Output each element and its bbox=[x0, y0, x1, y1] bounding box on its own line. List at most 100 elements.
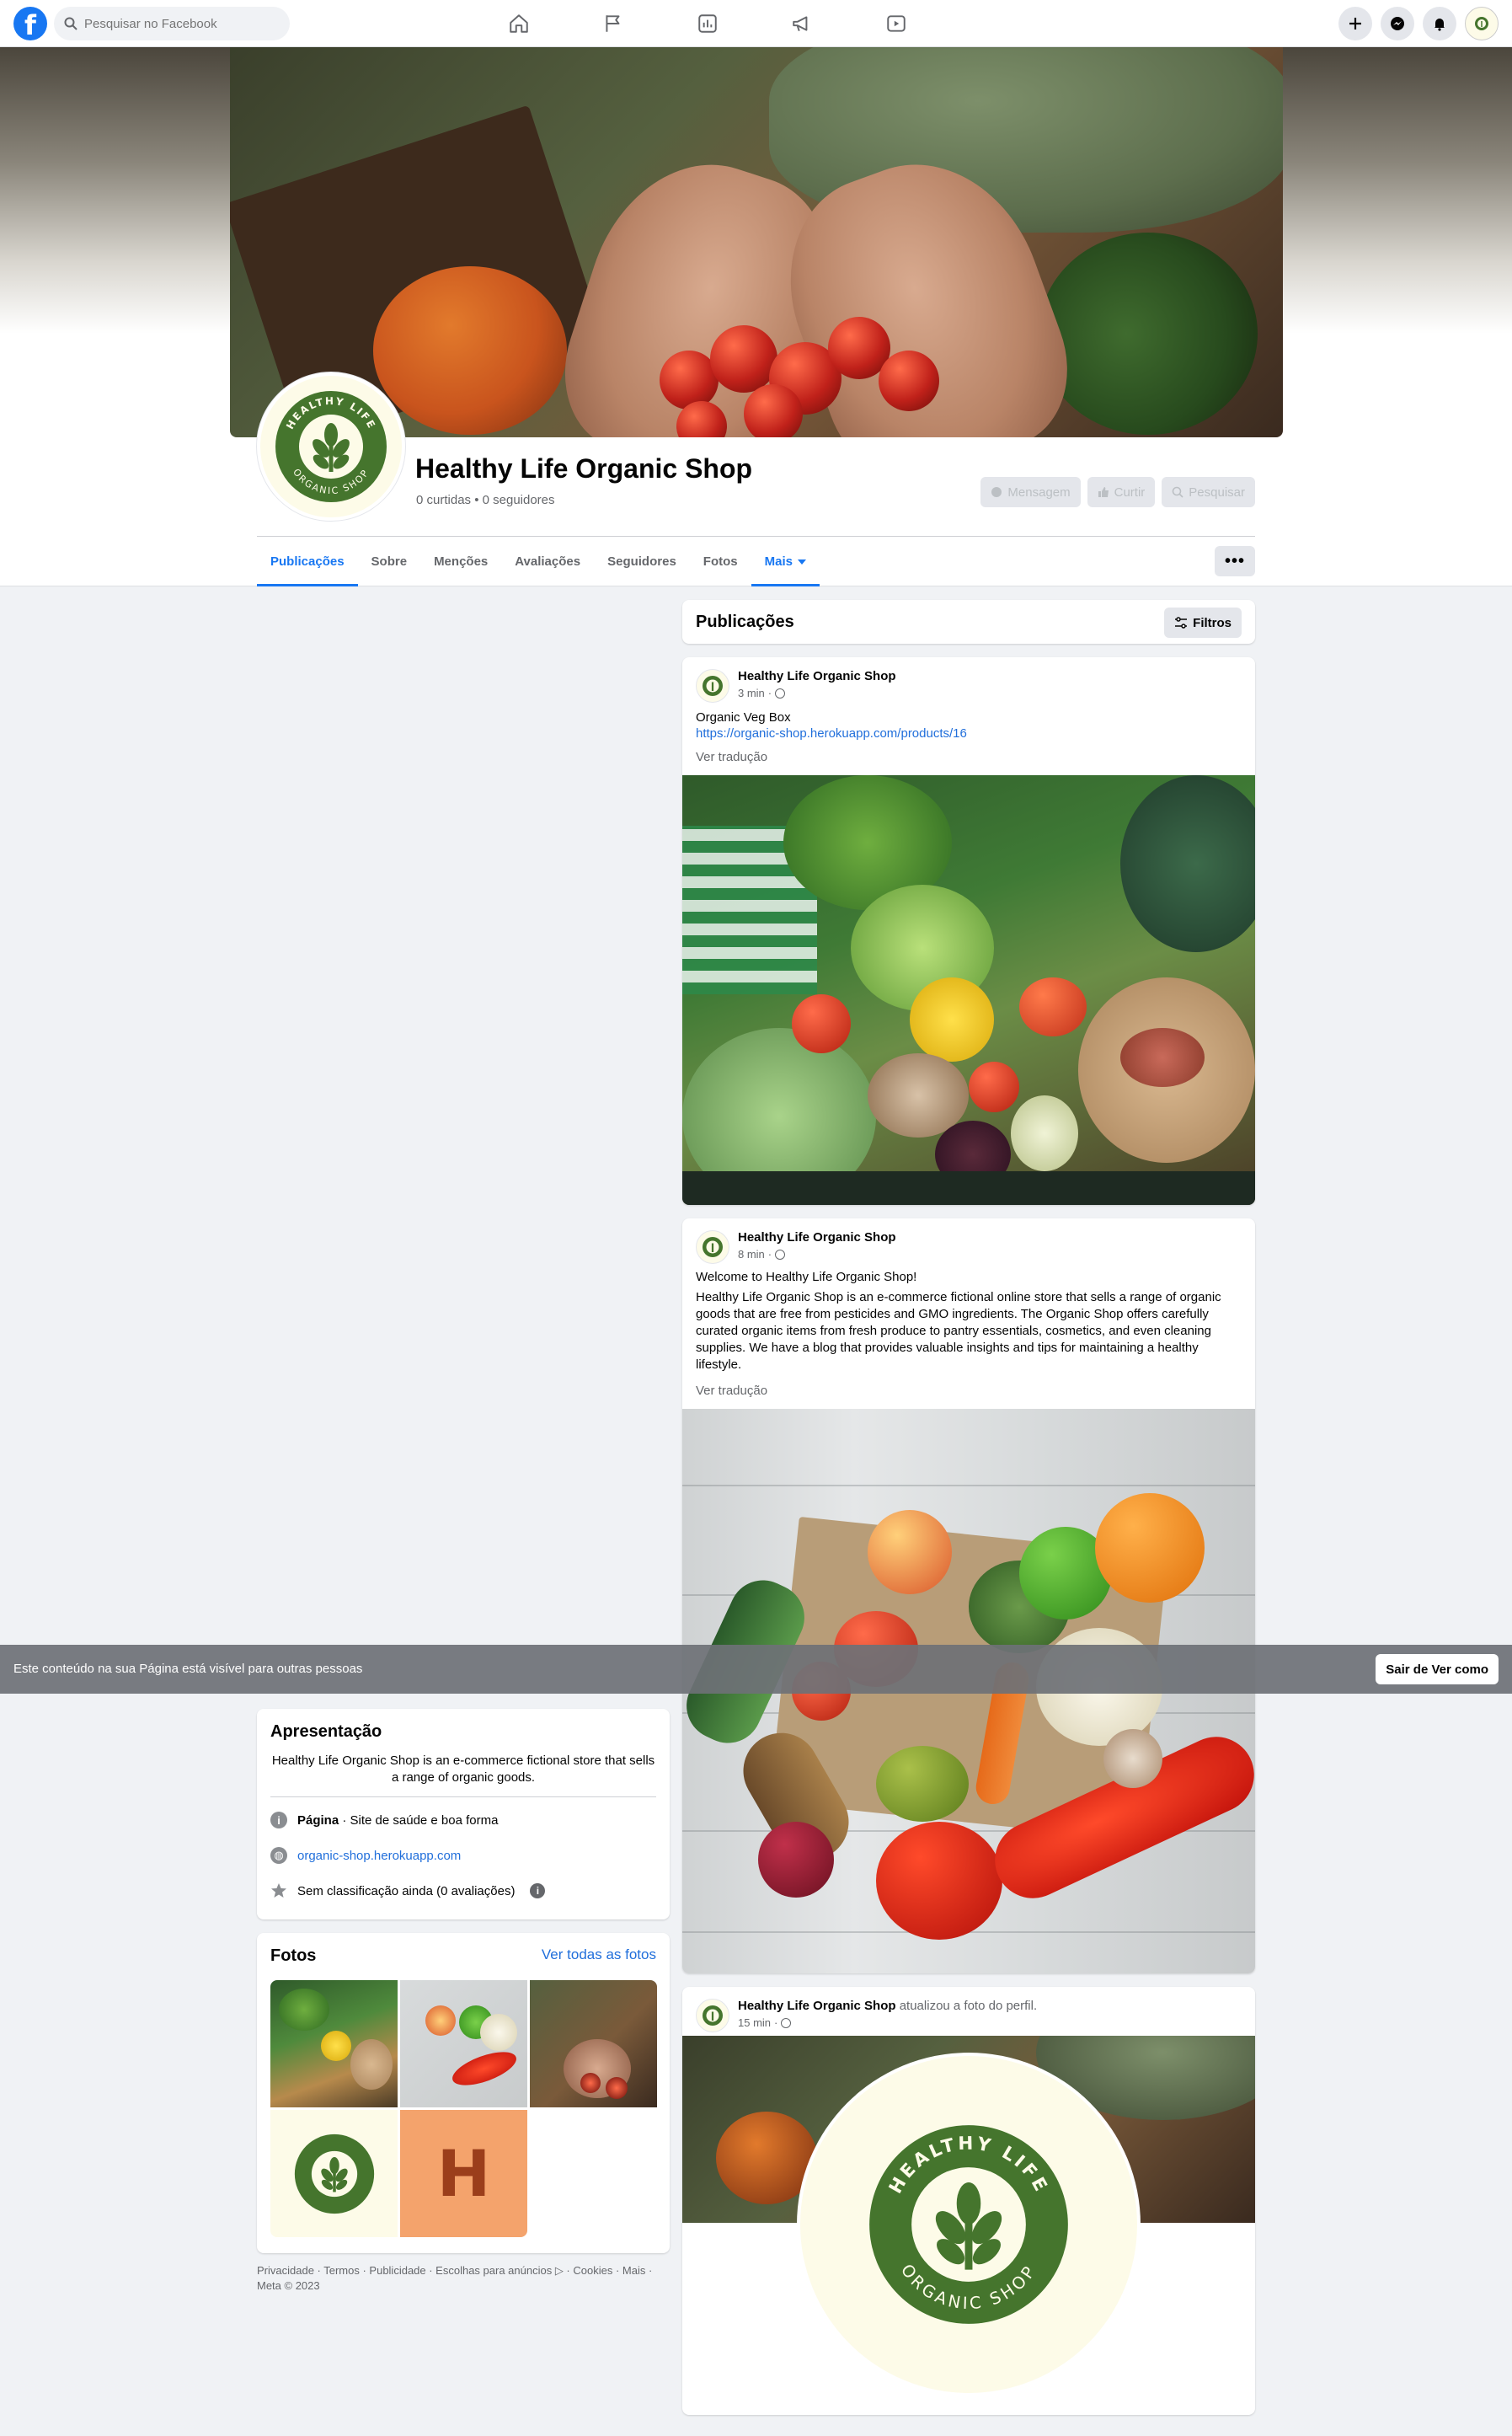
insights-nav[interactable] bbox=[660, 0, 755, 47]
home-nav[interactable] bbox=[472, 0, 566, 47]
photos-card: Fotos Ver todas as fotos H bbox=[257, 1933, 670, 2253]
flag-icon bbox=[606, 15, 620, 32]
footer-copyright: Meta © 2023 bbox=[257, 2279, 320, 2292]
tab-publicacoes[interactable]: Publicações bbox=[257, 539, 358, 586]
info-circle-icon[interactable]: i bbox=[530, 1883, 546, 1898]
intro-title: Apresentação bbox=[270, 1722, 382, 1741]
tab-mencoes[interactable]: Menções bbox=[420, 539, 501, 586]
website-link[interactable]: organic-shop.herokuapp.com bbox=[297, 1849, 461, 1863]
post-avatar[interactable] bbox=[696, 1230, 729, 1264]
rating-text: Sem classificação ainda (0 avaliações) bbox=[297, 1883, 516, 1898]
post-text: Organic Veg Box bbox=[696, 710, 791, 725]
sliders-icon bbox=[1175, 617, 1188, 629]
letter-tile: H bbox=[436, 2136, 491, 2211]
info-rating: Sem classificação ainda (0 avaliações) i bbox=[270, 1882, 546, 1899]
publications-title: Publicações bbox=[696, 613, 794, 631]
thumbs-up-icon bbox=[1098, 487, 1109, 497]
tab-seguidores[interactable]: Seguidores bbox=[594, 539, 690, 586]
tab-avaliacoes[interactable]: Avaliações bbox=[501, 539, 594, 586]
post-link[interactable]: https://organic-shop.herokuapp.com/produ… bbox=[696, 726, 967, 741]
info-icon: i bbox=[270, 1812, 287, 1828]
tab-mais-label: Mais bbox=[764, 554, 793, 569]
publications-header: Publicações Filtros bbox=[682, 600, 1255, 644]
post-timestamp[interactable]: 15 min · bbox=[738, 2016, 1037, 2029]
facebook-logo[interactable]: f bbox=[13, 7, 47, 41]
page-stats[interactable]: 0 curtidas • 0 seguidores bbox=[416, 493, 555, 507]
divider bbox=[270, 1796, 656, 1797]
photo-thumbnail[interactable] bbox=[400, 1980, 527, 2107]
star-icon bbox=[271, 1883, 286, 1898]
post-header: Healthy Life Organic Shop atualizou a fo… bbox=[696, 1999, 1037, 2032]
post-avatar[interactable] bbox=[696, 669, 729, 703]
post-author[interactable]: Healthy Life Organic Shop bbox=[738, 1230, 896, 1245]
see-translation-link[interactable]: Ver tradução bbox=[696, 750, 767, 764]
tabs-divider bbox=[257, 536, 1255, 537]
post-timestamp[interactable]: 8 min · bbox=[738, 1248, 896, 1261]
search-icon bbox=[1172, 486, 1183, 498]
post-author-name[interactable]: Healthy Life Organic Shop bbox=[738, 1999, 896, 2013]
chart-icon bbox=[698, 14, 717, 33]
ads-nav[interactable] bbox=[755, 0, 849, 47]
logo-mini-icon bbox=[703, 676, 723, 696]
message-button[interactable]: Mensagem bbox=[980, 477, 1081, 507]
create-button[interactable] bbox=[1338, 7, 1372, 40]
category-text: Página · Site de saúde e boa forma bbox=[297, 1813, 498, 1828]
globe-icon bbox=[775, 688, 786, 699]
account-avatar[interactable] bbox=[1465, 7, 1499, 40]
filters-label: Filtros bbox=[1193, 615, 1232, 630]
megaphone-icon bbox=[793, 16, 808, 31]
post-card: Healthy Life Organic Shop atualizou a fo… bbox=[682, 1987, 1255, 2415]
chevron-down-icon bbox=[797, 559, 806, 565]
intro-bio: Healthy Life Organic Shop is an e-commer… bbox=[271, 1753, 655, 1785]
photo-thumbnail[interactable] bbox=[270, 1980, 398, 2107]
pages-nav[interactable] bbox=[566, 0, 660, 47]
message-label: Mensagem bbox=[1007, 485, 1071, 500]
tab-fotos[interactable]: Fotos bbox=[690, 539, 751, 586]
info-category: i Página · Site de saúde e boa forma bbox=[270, 1812, 498, 1828]
globe-icon bbox=[775, 1249, 786, 1260]
page-avatar[interactable]: HEALTHY LIFE ORGANIC SHOP bbox=[257, 372, 405, 521]
healthy-life-logo: HEALTHY LIFE ORGANIC SHOP bbox=[275, 391, 387, 502]
post-timestamp[interactable]: 3 min · bbox=[738, 687, 896, 699]
post-card: Healthy Life Organic Shop 3 min · Organi… bbox=[682, 657, 1255, 1205]
exit-view-as-button[interactable]: Sair de Ver como bbox=[1376, 1654, 1499, 1684]
post-photo[interactable] bbox=[682, 775, 1255, 1205]
see-all-photos-link[interactable]: Ver todas as fotos bbox=[542, 1946, 656, 1963]
tab-sobre[interactable]: Sobre bbox=[358, 539, 421, 586]
messenger-button[interactable] bbox=[1381, 7, 1414, 40]
globe-icon bbox=[781, 2017, 792, 2028]
post-text: Healthy Life Organic Shop is an e-commer… bbox=[696, 1290, 1221, 1372]
post-header: Healthy Life Organic Shop 3 min · bbox=[696, 669, 896, 703]
top-navigation: f bbox=[0, 0, 1512, 47]
page-search-button[interactable]: Pesquisar bbox=[1162, 477, 1255, 507]
post-time-text: 3 min bbox=[738, 687, 765, 699]
bell-icon bbox=[1435, 19, 1445, 31]
post-avatar[interactable] bbox=[696, 1999, 729, 2032]
page-action-buttons: Mensagem Curtir Pesquisar bbox=[980, 477, 1255, 507]
photo-thumbnail[interactable]: H bbox=[400, 2110, 527, 2237]
like-button[interactable]: Curtir bbox=[1087, 477, 1156, 507]
video-nav[interactable] bbox=[849, 0, 943, 47]
tab-mais[interactable]: Mais bbox=[751, 539, 820, 586]
post-card: Healthy Life Organic Shop 8 min · Welcom… bbox=[682, 1218, 1255, 1973]
search-box[interactable] bbox=[54, 7, 290, 40]
post-author: Healthy Life Organic Shop atualizou a fo… bbox=[738, 1999, 1037, 2013]
photo-thumbnail[interactable] bbox=[530, 1980, 657, 2107]
post-author[interactable]: Healthy Life Organic Shop bbox=[738, 669, 896, 683]
search-input[interactable] bbox=[84, 16, 270, 31]
see-translation-link[interactable]: Ver tradução bbox=[696, 1384, 767, 1398]
cover-photo[interactable] bbox=[230, 47, 1283, 437]
view-as-banner: Este conteúdo na sua Página está visível… bbox=[0, 1645, 1512, 1694]
post-title: Welcome to Healthy Life Organic Shop! bbox=[696, 1270, 917, 1284]
post-action-text: atualizou a foto do perfil. bbox=[899, 1999, 1038, 2013]
play-icon bbox=[887, 15, 906, 32]
footer-line[interactable]: Privacidade · Termos · Publicidade · Esc… bbox=[257, 2263, 670, 2278]
page-tabs: Publicações Sobre Menções Avaliações Seg… bbox=[257, 539, 820, 586]
more-options-button[interactable]: ••• bbox=[1215, 546, 1255, 576]
profile-photo-preview[interactable]: HEALTHY LIFE ORGANIC SHOP bbox=[800, 2056, 1137, 2393]
notifications-button[interactable] bbox=[1423, 7, 1456, 40]
search-icon bbox=[64, 17, 77, 30]
healthy-life-logo bbox=[294, 2134, 374, 2214]
photo-thumbnail[interactable] bbox=[270, 2110, 398, 2237]
filters-button[interactable]: Filtros bbox=[1164, 608, 1242, 638]
